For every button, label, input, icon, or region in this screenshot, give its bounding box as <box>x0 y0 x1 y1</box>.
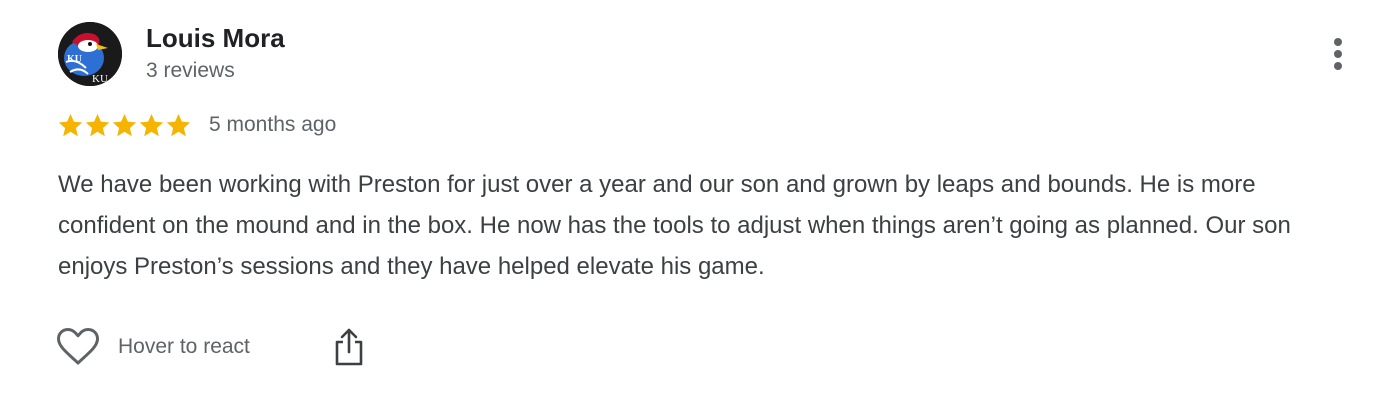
more-options-button[interactable] <box>1322 34 1354 74</box>
avatar[interactable]: KU KU <box>58 22 122 86</box>
avatar-ku-footer-text: KU <box>92 73 108 85</box>
react-control[interactable]: Hover to react <box>56 325 250 369</box>
author-name[interactable]: Louis Mora <box>146 22 285 54</box>
star-icon <box>112 113 137 136</box>
star-icon <box>58 113 83 136</box>
review-time: 5 months ago <box>209 113 337 136</box>
author-review-count[interactable]: 3 reviews <box>146 58 235 84</box>
star-icon <box>166 113 191 136</box>
avatar-ku-text: KU <box>67 54 82 65</box>
more-vertical-icon-dot <box>1334 50 1342 58</box>
heart-outline-icon <box>57 328 99 365</box>
react-button[interactable] <box>56 325 100 369</box>
more-vertical-icon <box>1334 38 1342 46</box>
jayhawk-logo-icon: KU KU <box>58 22 122 86</box>
star-rating <box>57 110 192 140</box>
review-card: KU KU Louis Mora 3 reviews 5 months ago … <box>0 0 1386 404</box>
star-icon <box>139 113 164 136</box>
star-icon <box>85 113 110 136</box>
react-label[interactable]: Hover to react <box>118 335 250 359</box>
review-text: We have been working with Preston for ju… <box>58 171 1291 280</box>
share-icon <box>335 328 363 366</box>
share-button[interactable] <box>330 326 368 368</box>
more-vertical-icon-dot <box>1334 62 1342 70</box>
